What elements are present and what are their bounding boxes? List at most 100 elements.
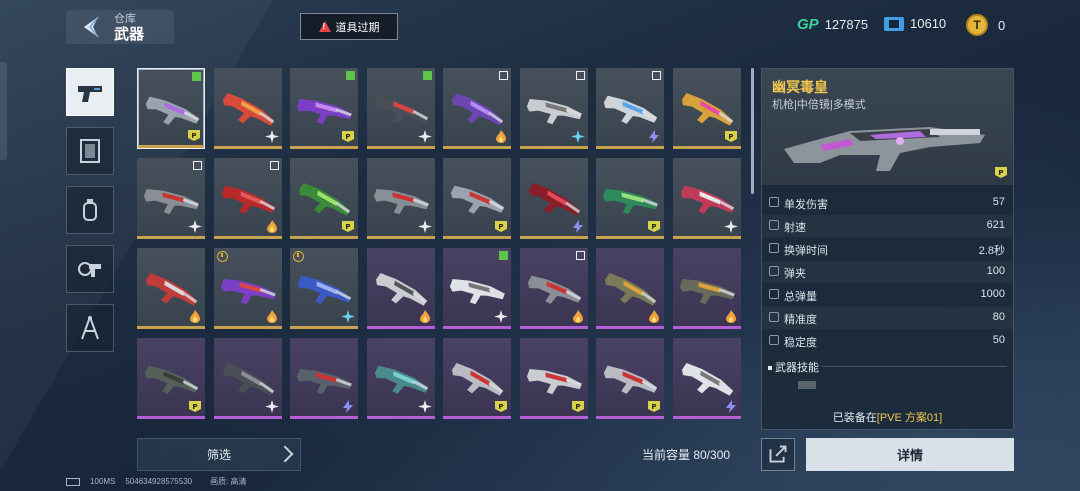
weapon-slot[interactable] [596, 248, 664, 329]
stat-value: 2.8秒 [978, 245, 1005, 257]
select-checkbox[interactable] [576, 251, 585, 260]
weapon-slot[interactable] [673, 338, 741, 419]
weapon-slot[interactable] [214, 248, 282, 329]
details-button[interactable]: 详情 [806, 438, 1014, 471]
rarity-bar [520, 416, 588, 419]
weapon-slot[interactable]: P [137, 68, 205, 149]
gp-value: 127875 [824, 17, 869, 32]
weapon-slot[interactable] [443, 68, 511, 149]
weapon-slot[interactable] [290, 338, 358, 419]
currency-ticket: 10610 [884, 16, 946, 31]
rarity-bar [367, 236, 435, 239]
weapon-slot[interactable] [367, 338, 435, 419]
gp-icon: GP [797, 16, 819, 33]
fire-mode-icon [420, 310, 430, 323]
weapon-slot[interactable] [673, 248, 741, 329]
weapon-slot[interactable]: P [290, 68, 358, 149]
stat-label: 换弹时间 [784, 245, 828, 257]
ping-value: 100MS [90, 477, 116, 486]
weapon-slot[interactable] [367, 158, 435, 239]
svg-text:P: P [728, 133, 733, 141]
stat-icon [769, 289, 779, 299]
star-blue-mode-icon [341, 310, 355, 323]
weapon-slot[interactable] [520, 68, 588, 149]
weapon-slot[interactable]: P [137, 338, 205, 419]
weapon-slot[interactable]: P [596, 338, 664, 419]
weapon-slot[interactable] [214, 68, 282, 149]
compass-icon [81, 316, 99, 340]
equipped-plan[interactable]: [PVE 方案01] [877, 412, 942, 424]
pve-mode-icon: P [572, 401, 584, 412]
weapon-thumbnail [223, 93, 275, 126]
category-tools[interactable] [66, 304, 114, 352]
weapon-thumbnail [374, 95, 429, 124]
weapon-slot[interactable] [596, 68, 664, 149]
weapon-slot[interactable] [214, 158, 282, 239]
rarity-bar [443, 236, 511, 239]
weapon-slot[interactable]: P [290, 158, 358, 239]
rarity-bar [214, 416, 282, 419]
stat-label: 精准度 [784, 314, 817, 326]
select-checkbox[interactable] [499, 71, 508, 80]
select-checkbox[interactable] [652, 71, 661, 80]
rarity-bar [214, 326, 282, 329]
weapon-slot[interactable] [367, 68, 435, 149]
back-arrow-icon[interactable] [78, 14, 104, 40]
svg-text:P: P [498, 223, 503, 231]
rarity-bar [367, 416, 435, 419]
weapon-slot[interactable] [137, 158, 205, 239]
stat-label: 单发伤害 [784, 199, 828, 211]
rarity-bar [290, 326, 358, 329]
equipped-marker [192, 72, 201, 81]
weapon-slot[interactable] [214, 338, 282, 419]
side-drawer-tab[interactable] [0, 62, 7, 160]
frame-icon [80, 139, 100, 163]
weapon-slot[interactable]: P [520, 338, 588, 419]
stat-icon [769, 197, 779, 207]
category-skin[interactable] [66, 127, 114, 175]
stat-icon [769, 220, 779, 230]
filter-button[interactable]: 筛选 [137, 438, 301, 471]
weapon-slot[interactable] [367, 248, 435, 329]
rarity-bar [138, 145, 204, 148]
select-checkbox[interactable] [576, 71, 585, 80]
category-grenade[interactable] [66, 186, 114, 234]
stat-value: 80 [992, 311, 1005, 323]
weapon-slot[interactable] [520, 158, 588, 239]
weapon-thumbnail [605, 273, 657, 306]
stat-icon [769, 312, 779, 322]
weapon-slot[interactable]: P [596, 158, 664, 239]
rarity-bar [673, 236, 741, 239]
svg-text:P: P [651, 403, 656, 411]
rarity-bar [214, 236, 282, 239]
weapon-skill-slot[interactable] [798, 381, 816, 389]
weapon-slot[interactable]: P [443, 158, 511, 239]
pve-mode-icon: P [342, 131, 354, 142]
share-button[interactable] [761, 438, 795, 471]
select-checkbox[interactable] [270, 161, 279, 170]
stat-row: 稳定度 50 [762, 330, 1013, 352]
fire-mode-icon [649, 310, 659, 323]
weapon-slot[interactable] [290, 248, 358, 329]
share-icon [769, 445, 787, 463]
rarity-bar [443, 146, 511, 149]
category-pistol[interactable] [66, 68, 114, 116]
expired-items-button[interactable]: ! 道具过期 [300, 13, 398, 40]
weapon-thumbnail [297, 275, 352, 304]
weapon-slot[interactable]: P [673, 68, 741, 149]
stat-row: 单发伤害 57 [762, 192, 1013, 214]
stat-icon [769, 266, 779, 276]
weapon-slot[interactable]: P [443, 338, 511, 419]
select-checkbox[interactable] [193, 161, 202, 170]
weapon-thumbnail [679, 278, 735, 305]
rarity-bar [137, 416, 205, 419]
clock-icon [293, 251, 304, 262]
weapon-slot[interactable] [137, 248, 205, 329]
weapon-slot[interactable] [520, 248, 588, 329]
category-attachment[interactable] [66, 245, 114, 293]
grid-scrollbar[interactable] [751, 68, 754, 194]
weapon-slot[interactable] [673, 158, 741, 239]
weapon-thumbnail [146, 273, 198, 306]
weapon-slot[interactable] [443, 248, 511, 329]
weapon-thumbnail [376, 273, 428, 306]
